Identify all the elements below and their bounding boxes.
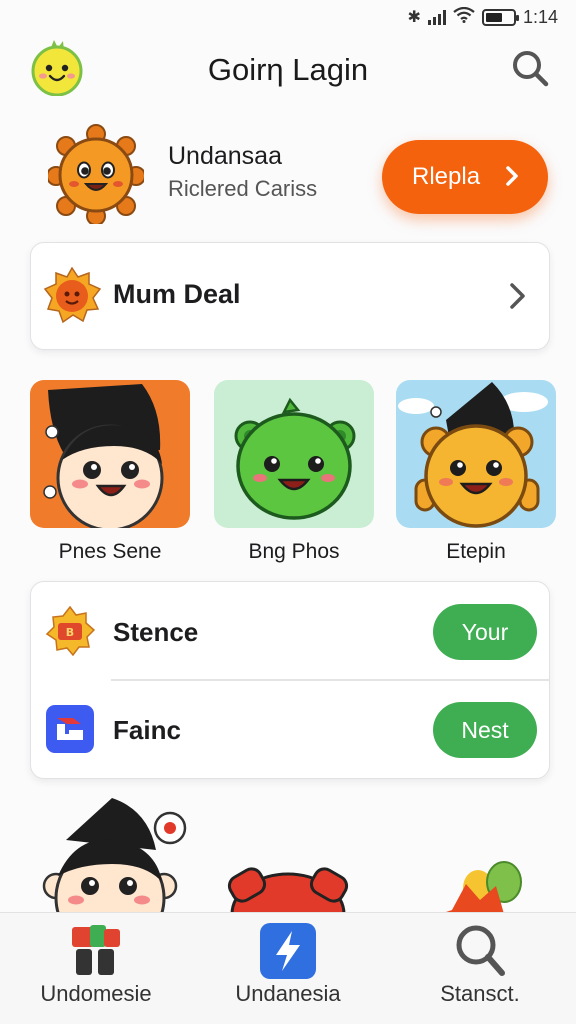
character-tiles: Pnes Sene Bng Phos Etepin bbox=[30, 380, 556, 570]
action-list-card: B Stence Your Fainc Nest bbox=[30, 581, 550, 779]
character-tile[interactable]: Bng Phos bbox=[214, 380, 374, 564]
chevron-right-icon bbox=[507, 281, 529, 311]
list-item-action-button[interactable]: Your bbox=[433, 604, 537, 660]
profile-subtitle: Riclered Cariss bbox=[168, 176, 318, 201]
list-item-label: Fainc bbox=[113, 715, 181, 745]
alarm-clock-peek bbox=[227, 867, 349, 914]
tab-label: Stansct. bbox=[440, 981, 520, 1006]
list-item-action-button[interactable]: Nest bbox=[433, 702, 537, 758]
list-item[interactable]: B Stence Your bbox=[31, 582, 549, 681]
tab-label: Undomesie bbox=[40, 981, 152, 1006]
star-badge-icon: B bbox=[45, 605, 96, 657]
character-tile-label: Etepin bbox=[446, 540, 506, 563]
tab-label: Undanesia bbox=[235, 981, 341, 1006]
character-tile[interactable]: Etepin bbox=[396, 380, 556, 564]
balloons-peek bbox=[440, 861, 522, 914]
character-tile-image bbox=[396, 380, 556, 528]
lightning-bolt-icon bbox=[258, 921, 318, 981]
character-tile-image bbox=[30, 380, 190, 528]
profile-mascot-avatar bbox=[46, 124, 146, 226]
app-tile-icon bbox=[45, 704, 95, 754]
blocks-icon bbox=[66, 921, 126, 981]
bluetooth-icon: ✱ bbox=[407, 9, 421, 26]
list-item[interactable]: Fainc Nest bbox=[31, 680, 549, 778]
profile-name: Undansaa bbox=[168, 142, 282, 170]
tab-undomesie[interactable]: Undomesie bbox=[0, 913, 192, 1024]
cellular-signal-icon bbox=[427, 9, 446, 25]
sun-badge-icon bbox=[43, 266, 102, 325]
chevron-right-icon bbox=[500, 164, 524, 188]
app-header: Goirη Lagin bbox=[0, 34, 576, 106]
svg-text:B: B bbox=[66, 626, 74, 639]
profile-action-label: Rlepla bbox=[412, 163, 481, 190]
more-characters-peek bbox=[0, 790, 576, 914]
profile-section: Undansaa Riclered Cariss Rlepla bbox=[46, 120, 558, 230]
status-bar: ✱ 1:14 bbox=[0, 0, 576, 34]
status-time: 1:14 bbox=[522, 6, 558, 27]
search-icon bbox=[450, 921, 510, 981]
character-tile[interactable]: Pnes Sene bbox=[30, 380, 190, 564]
page-title: Goirη Lagin bbox=[207, 52, 369, 87]
battery-icon bbox=[481, 8, 519, 26]
bottom-tab-bar: Undomesie Undanesia Stansct. bbox=[0, 912, 576, 1024]
deal-card[interactable]: Mum Deal bbox=[30, 242, 550, 350]
deal-label: Mum Deal bbox=[113, 279, 241, 309]
search-icon[interactable] bbox=[510, 48, 550, 88]
profile-action-button[interactable]: Rlepla bbox=[382, 140, 548, 214]
tab-stansct[interactable]: Stansct. bbox=[384, 913, 576, 1024]
character-tile-label: Pnes Sene bbox=[58, 540, 162, 563]
list-item-label: Stence bbox=[113, 617, 199, 647]
tab-undanesia[interactable]: Undanesia bbox=[192, 913, 384, 1024]
character-tile-label: Bng Phos bbox=[248, 540, 340, 563]
wifi-icon bbox=[453, 6, 475, 28]
character-peek bbox=[42, 798, 187, 914]
character-tile-image bbox=[214, 380, 374, 528]
